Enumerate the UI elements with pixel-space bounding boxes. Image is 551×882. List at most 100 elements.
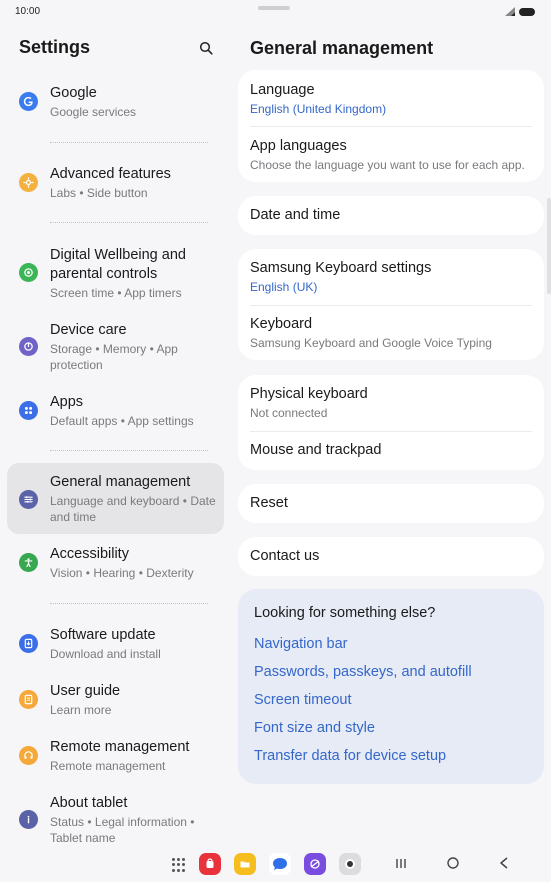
- signal-icon: [505, 7, 515, 16]
- page-title: General management: [250, 38, 434, 58]
- sidebar-item-google[interactable]: Google Google services: [7, 78, 224, 126]
- sidebar-item-label: User guide: [50, 683, 121, 699]
- suggestions-title: Looking for something else?: [254, 605, 436, 621]
- sidebar-item-sub: Screen time • App timers: [50, 286, 182, 300]
- sidebar-item-sub: Download and install: [50, 647, 161, 661]
- sidebar-item-general-management[interactable]: General management Language and keyboard…: [7, 463, 224, 534]
- sidebar-item-advanced-features[interactable]: Advanced features Labs • Side button: [7, 159, 224, 207]
- remote-management-icon: [19, 746, 38, 765]
- sidebar-item-about-tablet[interactable]: About tablet Status • Legal information …: [7, 788, 224, 848]
- keyboard-card: Samsung Keyboard settings English (UK) K…: [238, 249, 544, 360]
- suggestion-link[interactable]: Navigation bar: [254, 636, 348, 652]
- divider: [50, 450, 208, 451]
- date-and-time-row[interactable]: Date and time: [250, 206, 532, 225]
- language-row[interactable]: Language English (United Kingdom): [250, 81, 532, 117]
- settings-title: Settings: [19, 37, 91, 57]
- row-sub: Not connected: [250, 406, 328, 420]
- battery-icon: [519, 7, 535, 16]
- language-card: Language English (United Kingdom) App la…: [238, 70, 544, 182]
- sidebar-item-remote-management[interactable]: Remote management Remote management: [7, 732, 224, 780]
- info-icon: [19, 810, 38, 829]
- row-label: Contact us: [250, 548, 320, 564]
- search-icon: [199, 41, 213, 55]
- row-label: Date and time: [250, 207, 341, 223]
- software-update-icon: [19, 634, 38, 653]
- sidebar-item-sub: Vision • Hearing • Dexterity: [50, 566, 194, 580]
- suggestion-link[interactable]: Font size and style: [254, 720, 375, 736]
- navigation-bar: [0, 848, 551, 882]
- sidebar-item-apps[interactable]: Apps Default apps • App settings: [7, 387, 224, 435]
- general-management-icon: [19, 490, 38, 509]
- sidebar-item-label: About tablet: [50, 795, 128, 811]
- date-time-card: Date and time: [238, 196, 544, 235]
- internet-browser-icon[interactable]: [304, 853, 326, 875]
- sidebar-item-user-guide[interactable]: User guide Learn more: [7, 676, 224, 724]
- row-label: App languages: [250, 138, 347, 154]
- digital-wellbeing-icon: [19, 263, 38, 282]
- mouse-trackpad-row[interactable]: Mouse and trackpad: [250, 441, 532, 460]
- sidebar-item-digital-wellbeing[interactable]: Digital Wellbeing and parental controls …: [7, 240, 224, 306]
- reset-row[interactable]: Reset: [250, 494, 532, 513]
- user-guide-icon: [19, 690, 38, 709]
- row-label: Reset: [250, 495, 288, 511]
- row-label: Samsung Keyboard settings: [250, 260, 432, 276]
- sidebar-item-sub: Status • Legal information • Tablet name: [50, 815, 195, 845]
- contact-card: Contact us: [238, 537, 544, 576]
- sidebar-item-sub: Learn more: [50, 703, 112, 717]
- suggestion-link[interactable]: Transfer data for device setup: [254, 748, 446, 764]
- sidebar-item-sub: Google services: [50, 105, 137, 119]
- row-sub: Samsung Keyboard and Google Voice Typing: [250, 336, 492, 350]
- status-icons: [505, 7, 535, 16]
- app-store-icon[interactable]: [199, 853, 221, 875]
- divider: [50, 222, 208, 223]
- drag-handle[interactable]: [258, 6, 290, 10]
- sidebar-item-label: Accessibility: [50, 546, 129, 562]
- sidebar-item-label: Software update: [50, 627, 156, 643]
- row-divider: [250, 431, 532, 432]
- suggestions-card: Looking for something else? Navigation b…: [238, 589, 544, 784]
- samsung-keyboard-row[interactable]: Samsung Keyboard settings English (UK): [250, 259, 532, 295]
- row-label: Keyboard: [250, 316, 313, 332]
- sidebar-item-software-update[interactable]: Software update Download and install: [7, 620, 224, 668]
- input-devices-card: Physical keyboard Not connected Mouse an…: [238, 375, 544, 470]
- google-icon: [19, 92, 38, 111]
- sidebar-item-label: Digital Wellbeing and parental controls: [50, 247, 186, 282]
- sidebar-item-label: Remote management: [50, 739, 190, 755]
- sidebar-item-sub: Language and keyboard • Date and time: [50, 494, 216, 524]
- device-care-icon: [19, 337, 38, 356]
- scrollbar[interactable]: [547, 198, 551, 294]
- back-icon[interactable]: [497, 855, 511, 871]
- suggestion-link[interactable]: Screen timeout: [254, 692, 352, 708]
- app-languages-row[interactable]: App languages Choose the language you wa…: [250, 137, 532, 173]
- divider: [50, 603, 208, 604]
- app-drawer-icon[interactable]: [172, 858, 186, 872]
- row-divider: [250, 126, 532, 127]
- search-button[interactable]: [196, 38, 216, 58]
- sidebar-item-label: Advanced features: [50, 166, 171, 182]
- sidebar-item-label: Device care: [50, 322, 127, 338]
- suggestion-link[interactable]: Passwords, passkeys, and autofill: [254, 664, 472, 680]
- sidebar-item-sub: Remote management: [50, 759, 166, 773]
- sidebar-item-sub: Default apps • App settings: [50, 414, 194, 428]
- home-icon[interactable]: [445, 855, 461, 871]
- sidebar-item-label: General management: [50, 474, 191, 490]
- sidebar-item-accessibility[interactable]: Accessibility Vision • Hearing • Dexteri…: [7, 539, 224, 587]
- status-time: 10:00: [15, 6, 41, 17]
- camera-icon[interactable]: [339, 853, 361, 875]
- sidebar-item-sub: Storage • Memory • App protection: [50, 342, 178, 372]
- advanced-features-icon: [19, 173, 38, 192]
- keyboard-row[interactable]: Keyboard Samsung Keyboard and Google Voi…: [250, 315, 532, 351]
- physical-keyboard-row[interactable]: Physical keyboard Not connected: [250, 385, 532, 421]
- messages-icon[interactable]: [269, 853, 291, 875]
- row-label: Language: [250, 82, 315, 98]
- my-files-icon[interactable]: [234, 853, 256, 875]
- row-label: Physical keyboard: [250, 386, 368, 402]
- recent-apps-icon[interactable]: [394, 855, 408, 871]
- sidebar-item-device-care[interactable]: Device care Storage • Memory • App prote…: [7, 315, 224, 379]
- contact-us-row[interactable]: Contact us: [250, 547, 532, 566]
- status-bar: 10:00: [0, 0, 551, 26]
- sidebar-item-label: Apps: [50, 394, 84, 410]
- accessibility-icon: [19, 553, 38, 572]
- row-sub: Choose the language you want to use for …: [250, 158, 525, 172]
- sidebar-item-label: Google: [50, 85, 97, 101]
